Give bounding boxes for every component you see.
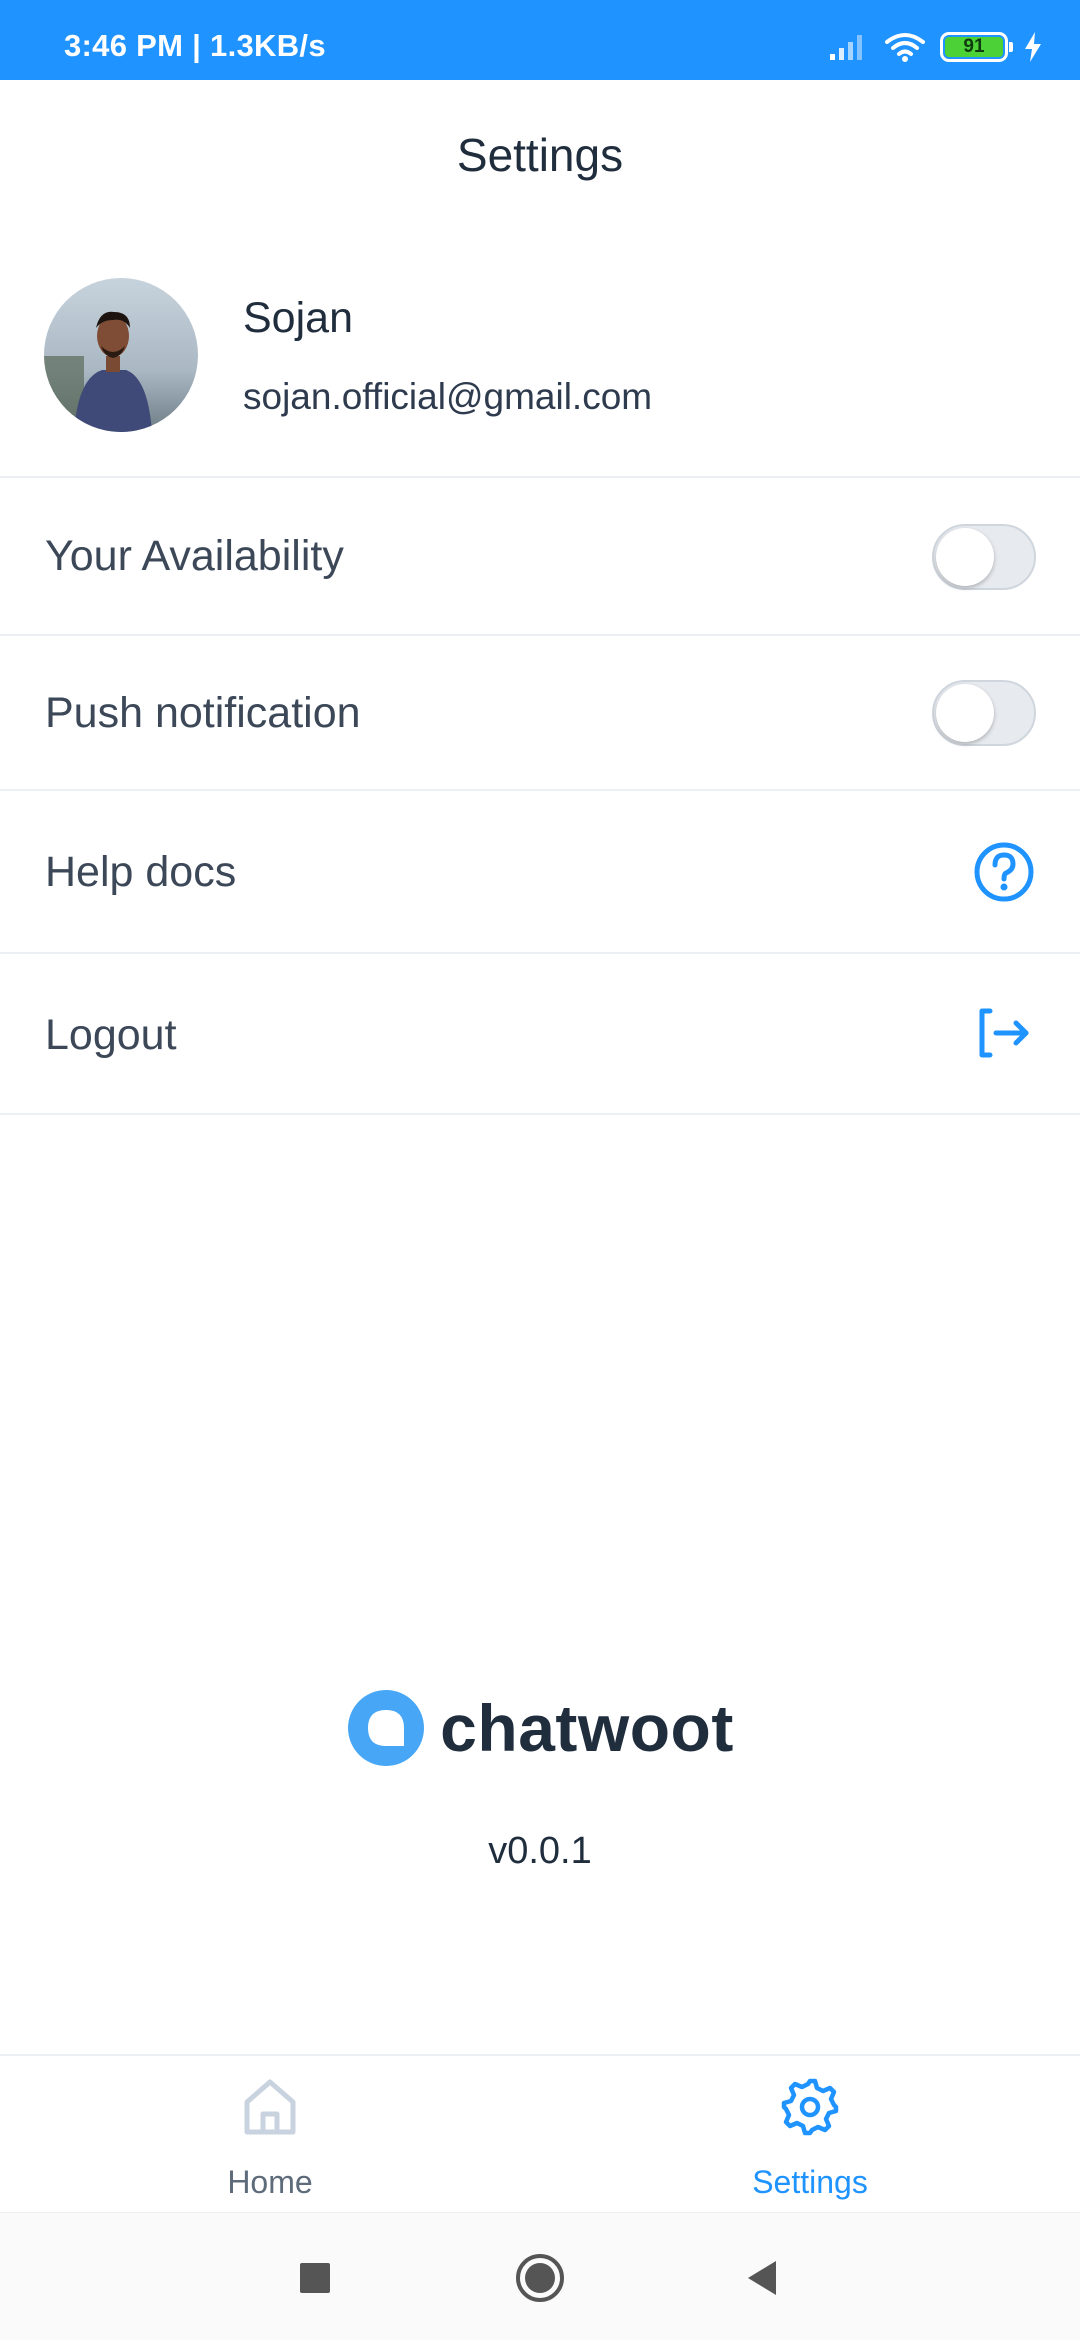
logout-row[interactable]: Logout: [0, 955, 1080, 1115]
profile-email: sojan.official@gmail.com: [243, 376, 653, 417]
recents-button[interactable]: [290, 2253, 340, 2303]
signal-icon: [830, 35, 862, 60]
app-version: v0.0.1: [488, 1830, 592, 1872]
availability-toggle[interactable]: [932, 524, 1036, 590]
availability-row: Your Availability: [0, 480, 1080, 636]
brand-logo: chatwoot: [0, 1688, 1080, 1768]
bottom-tab-bar: Home Settings: [0, 2054, 1080, 2212]
status-time: 3:46 PM | 1.3KB/s: [64, 28, 326, 63]
tab-settings-label: Settings: [752, 2164, 868, 2200]
help-circle-icon[interactable]: [972, 840, 1036, 904]
help-docs-row[interactable]: Help docs: [0, 792, 1080, 954]
home-button[interactable]: [515, 2253, 565, 2303]
gear-icon: [781, 2078, 839, 2136]
tab-home[interactable]: Home: [120, 2076, 420, 2206]
push-notification-label: Push notification: [45, 689, 361, 737]
system-nav-bar: [0, 2212, 1080, 2340]
status-icons: 91: [828, 30, 1044, 64]
profile-name: Sojan: [243, 294, 353, 342]
battery-icon: 91: [940, 32, 1013, 62]
logout-label: Logout: [45, 1011, 177, 1059]
home-icon: [244, 2079, 296, 2135]
avatar: [44, 278, 198, 432]
status-bar: 3:46 PM | 1.3KB/s 91: [0, 0, 1080, 80]
tab-settings[interactable]: Settings: [660, 2076, 960, 2206]
toggle-knob: [936, 528, 994, 586]
charging-icon: [1025, 32, 1041, 62]
availability-label: Your Availability: [45, 532, 344, 580]
battery-level: 91: [945, 36, 1003, 57]
profile-section[interactable]: Sojan sojan.official@gmail.com: [0, 270, 1080, 478]
logout-icon[interactable]: [972, 1001, 1036, 1065]
wifi-icon: [885, 33, 925, 62]
tab-home-label: Home: [227, 2164, 313, 2200]
push-notification-toggle[interactable]: [932, 680, 1036, 746]
chatwoot-logo-icon: [348, 1690, 425, 1766]
toggle-knob: [936, 684, 994, 742]
page-title: Settings: [456, 129, 624, 181]
push-notification-row: Push notification: [0, 637, 1080, 791]
back-button[interactable]: [738, 2253, 788, 2303]
brand-name: chatwoot: [440, 1691, 734, 1765]
help-docs-label: Help docs: [45, 848, 237, 896]
